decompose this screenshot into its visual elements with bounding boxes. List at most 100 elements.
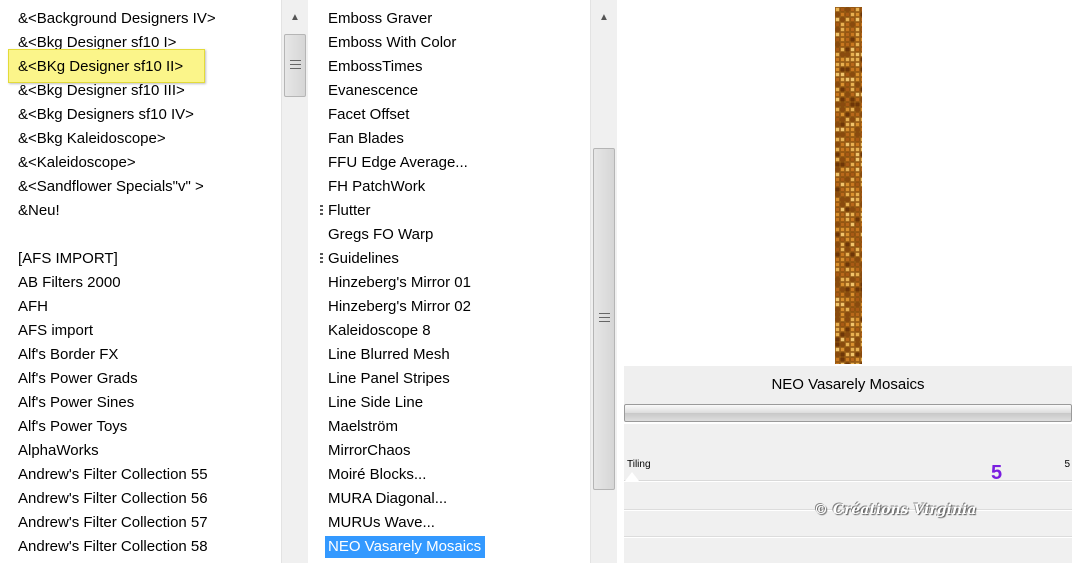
category-label: &<Bkg Designers sf10 IV> xyxy=(18,106,194,123)
category-item[interactable]: AB Filters 2000 xyxy=(0,271,281,295)
filter-item[interactable]: MURUs Wave... xyxy=(309,511,590,535)
filter-label: Line Blurred Mesh xyxy=(328,346,450,363)
filter-label: MirrorChaos xyxy=(328,442,411,459)
filter-item[interactable]: Moiré Blocks... xyxy=(309,463,590,487)
category-item[interactable]: Andrew's Filter Collection 58 xyxy=(0,535,281,559)
filter-item[interactable]: EmbossTimes xyxy=(309,55,590,79)
category-item[interactable]: Andrew's Filter Collection 55 xyxy=(0,463,281,487)
filter-item[interactable]: Emboss With Color xyxy=(309,31,590,55)
category-item[interactable]: [AFS IMPORT] xyxy=(0,247,281,271)
preview-thumbnail xyxy=(835,7,862,364)
category-item[interactable]: Alf's Power Toys xyxy=(0,415,281,439)
category-label: AFS import xyxy=(18,322,94,339)
filter-item[interactable]: Guidelines xyxy=(309,247,590,271)
filter-item[interactable]: Gregs FO Warp xyxy=(309,223,590,247)
filter-label: Fan Blades xyxy=(328,130,404,147)
filter-label: MURUs Wave... xyxy=(328,514,435,531)
category-item[interactable]: AFS import xyxy=(0,319,281,343)
filter-label: Facet Offset xyxy=(328,106,410,123)
filter-item[interactable]: Line Blurred Mesh xyxy=(309,343,590,367)
filter-item[interactable]: Hinzeberg's Mirror 02 xyxy=(309,295,590,319)
tiling-value: 5 xyxy=(1064,459,1070,470)
filter-item[interactable]: Kaleidoscope 8 xyxy=(309,319,590,343)
filter-item[interactable]: Hinzeberg's Mirror 01 xyxy=(309,271,590,295)
category-item[interactable]: Andrew's Filter Collection 57 xyxy=(0,511,281,535)
category-scrollbar[interactable]: ▲ xyxy=(281,0,308,563)
filter-item-selected[interactable]: NEO Vasarely Mosaics xyxy=(309,535,590,559)
filter-label: Flutter xyxy=(328,202,371,219)
category-item[interactable] xyxy=(0,223,281,247)
filter-label: Emboss With Color xyxy=(328,34,457,51)
category-label: Alf's Power Grads xyxy=(18,370,138,387)
filter-label: Hinzeberg's Mirror 01 xyxy=(328,274,471,291)
category-label: &<Sandflower Specials"v" > xyxy=(18,178,204,195)
filter-label: FH PatchWork xyxy=(328,178,426,195)
filter-label: Guidelines xyxy=(328,250,399,267)
category-highlight-callout: &<BKg Designer sf10 II> xyxy=(8,49,205,83)
filter-scrollbar[interactable]: ▲ xyxy=(590,0,617,563)
submenu-indicator-icon xyxy=(320,205,323,216)
category-label: &<Bkg Kaleidoscope> xyxy=(18,130,166,147)
filter-label: Maelström xyxy=(328,418,399,435)
highlighted-category-label: &<BKg Designer sf10 II> xyxy=(18,58,184,75)
filter-label: MURA Diagonal... xyxy=(328,490,448,507)
category-item[interactable]: Alf's Border FX xyxy=(0,343,281,367)
category-label: Andrew's Filter Collection 56 xyxy=(18,490,208,507)
filter-item[interactable]: Facet Offset xyxy=(309,103,590,127)
filter-label: EmbossTimes xyxy=(328,58,423,75)
category-label: &<Kaleidoscope> xyxy=(18,154,136,171)
filter-label: Moiré Blocks... xyxy=(328,466,427,483)
category-label: AB Filters 2000 xyxy=(18,274,121,291)
category-item[interactable]: Andrew's Filter Collection 56 xyxy=(0,487,281,511)
tiling-label: Tiling xyxy=(627,459,651,470)
scroll-up-arrow-icon[interactable]: ▲ xyxy=(591,0,617,34)
filter-label: Hinzeberg's Mirror 02 xyxy=(328,298,471,315)
tiling-slider-thumb[interactable] xyxy=(625,472,639,481)
filter-item[interactable]: Line Panel Stripes xyxy=(309,367,590,391)
filter-item[interactable]: MURA Diagonal... xyxy=(309,487,590,511)
filter-item[interactable]: Line Side Line xyxy=(309,391,590,415)
filter-item[interactable]: FH PatchWork xyxy=(309,175,590,199)
filter-item[interactable]: Evanescence xyxy=(309,79,590,103)
filter-label: FFU Edge Average... xyxy=(328,154,468,171)
category-item[interactable]: &<Sandflower Specials"v" > xyxy=(0,175,281,199)
category-label: Andrew's Filter Collection 58 xyxy=(18,538,208,555)
filter-item[interactable]: Fan Blades xyxy=(309,127,590,151)
filter-label: Kaleidoscope 8 xyxy=(328,322,431,339)
category-item[interactable]: &<Bkg Kaleidoscope> xyxy=(0,127,281,151)
category-label: Alf's Power Toys xyxy=(18,418,128,435)
category-item[interactable]: &Neu! xyxy=(0,199,281,223)
category-label: Alf's Power Sines xyxy=(18,394,135,411)
category-item[interactable]: Alf's Power Grads xyxy=(0,367,281,391)
category-item[interactable]: &<Background Designers IV> xyxy=(0,7,281,31)
category-label: &<Background Designers IV> xyxy=(18,10,216,27)
watermark: © Créations Virginia xyxy=(814,502,977,518)
category-item[interactable]: &<Bkg Designers sf10 IV> xyxy=(0,103,281,127)
category-label: Alf's Border FX xyxy=(18,346,119,363)
scroll-up-arrow-icon[interactable]: ▲ xyxy=(282,0,308,34)
category-item[interactable]: Alf's Power Sines xyxy=(0,391,281,415)
category-item[interactable]: AlphaWorks xyxy=(0,439,281,463)
filter-label: Line Panel Stripes xyxy=(328,370,450,387)
tiling-slider-track[interactable] xyxy=(624,480,1072,482)
parameters-panel: Tiling 5 5 © Créations Virginia xyxy=(624,424,1072,563)
category-item[interactable]: &<Kaleidoscope> xyxy=(0,151,281,175)
progress-bar xyxy=(624,404,1072,422)
filter-item[interactable]: Flutter xyxy=(309,199,590,223)
filter-item[interactable]: FFU Edge Average... xyxy=(309,151,590,175)
filter-title: NEO Vasarely Mosaics xyxy=(771,376,925,393)
filter-label: NEO Vasarely Mosaics xyxy=(325,536,486,558)
submenu-indicator-icon xyxy=(320,253,323,264)
filter-label: Gregs FO Warp xyxy=(328,226,434,243)
filter-item[interactable]: Emboss Graver xyxy=(309,7,590,31)
filter-list[interactable]: Emboss Graver Emboss With Color EmbossTime… xyxy=(309,0,590,563)
filter-item[interactable]: Maelström xyxy=(309,415,590,439)
scroll-thumb[interactable] xyxy=(284,34,306,97)
category-item[interactable]: AFH xyxy=(0,295,281,319)
scroll-thumb[interactable] xyxy=(593,148,615,490)
filter-title-bar: NEO Vasarely Mosaics xyxy=(624,366,1072,404)
filter-label: Evanescence xyxy=(328,82,419,99)
category-list[interactable]: &<Background Designers IV> &<Bkg Designer… xyxy=(0,0,281,563)
filter-item[interactable]: MirrorChaos xyxy=(309,439,590,463)
filter-label: Line Side Line xyxy=(328,394,424,411)
